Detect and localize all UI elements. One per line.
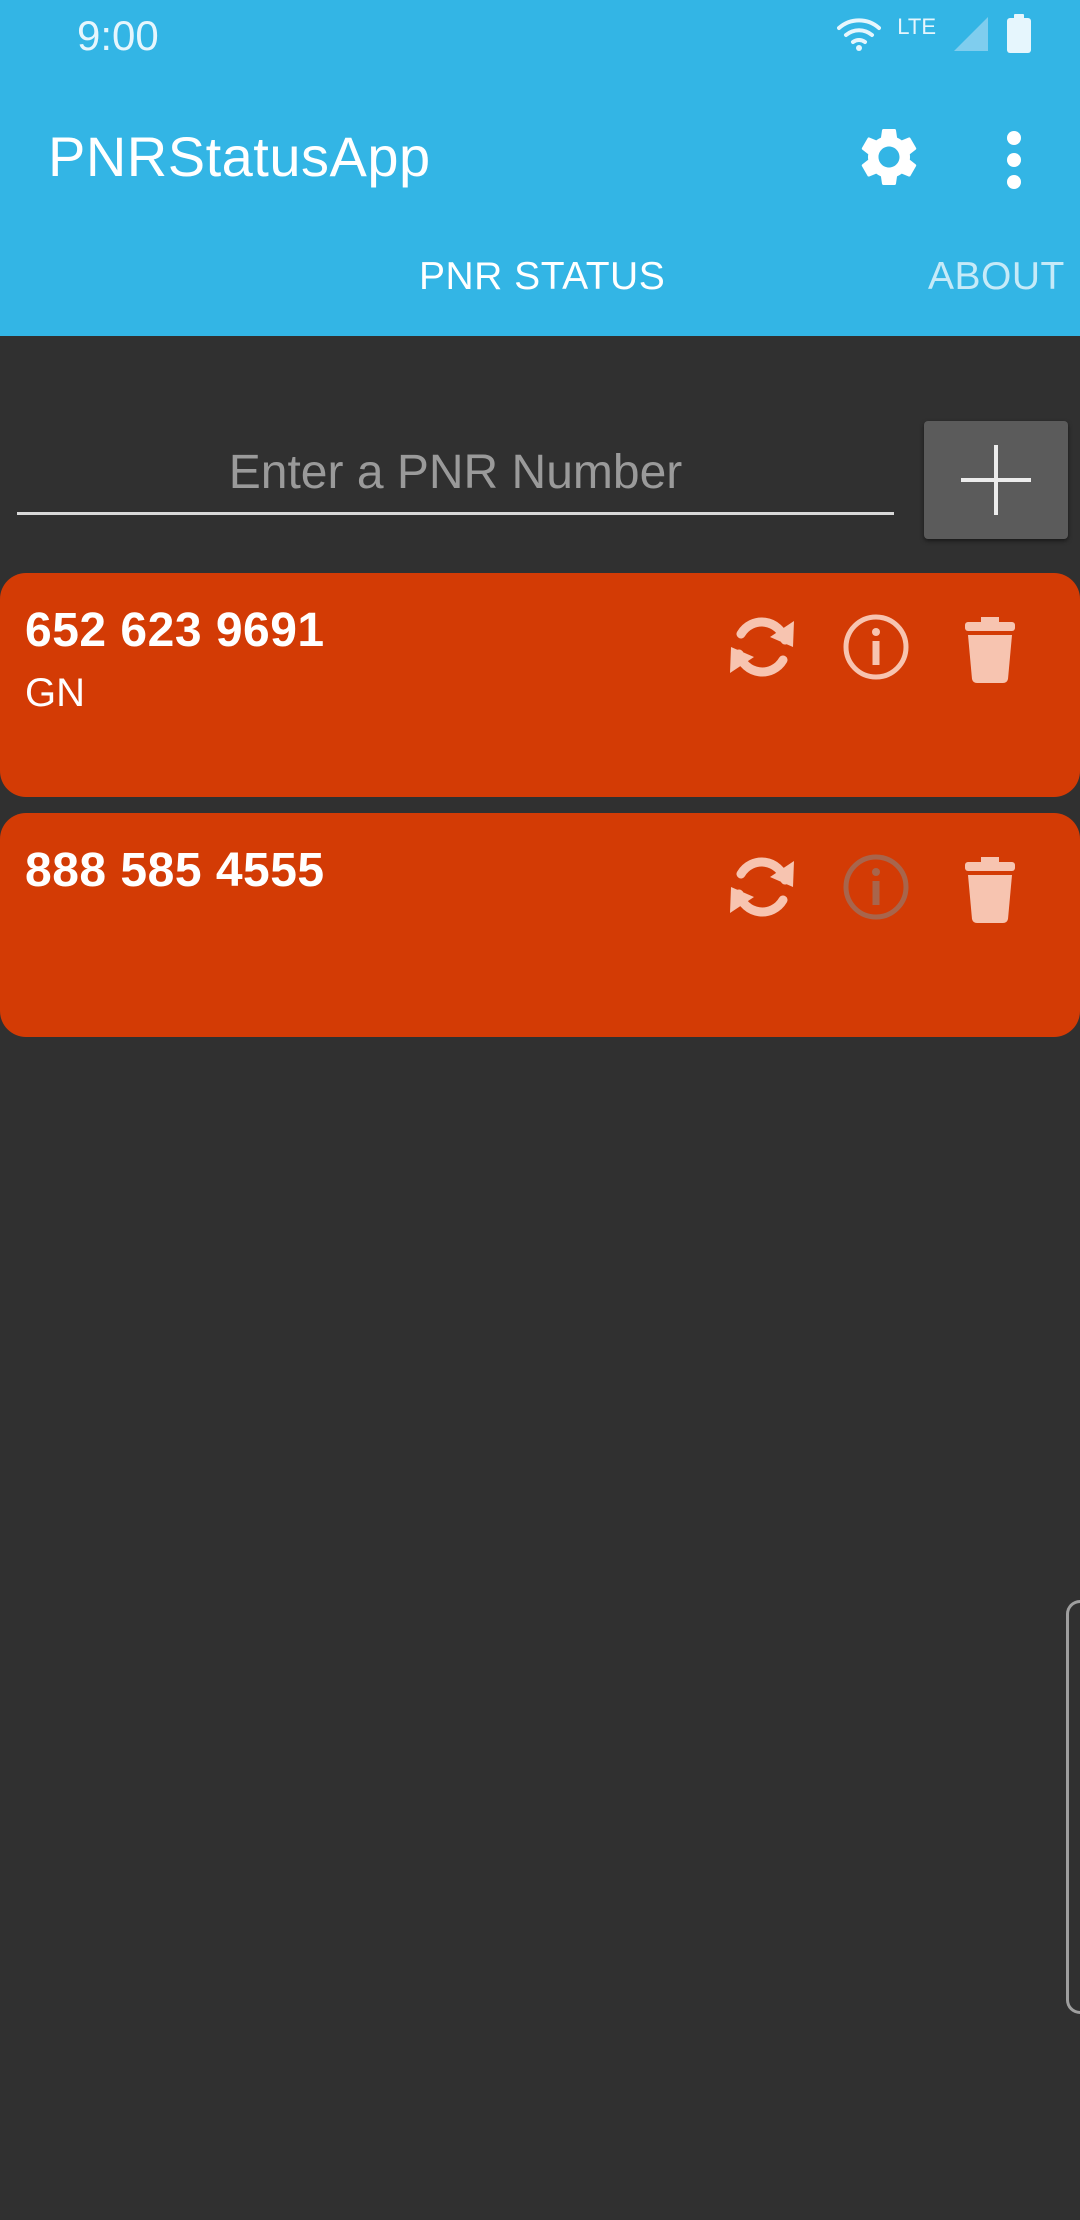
trash-icon	[965, 857, 1015, 923]
trash-icon	[965, 617, 1015, 683]
pnr-number: 652 623 9691	[25, 604, 325, 657]
settings-button[interactable]	[854, 122, 924, 192]
cell-signal-icon	[954, 17, 988, 51]
refresh-icon	[730, 857, 794, 917]
tab-bar: PNR STATUS ABOUT	[0, 255, 1080, 327]
pnr-class: GN	[25, 671, 85, 715]
gear-icon	[861, 128, 917, 185]
add-pnr-button[interactable]	[924, 421, 1068, 539]
delete-button[interactable]	[950, 847, 1030, 927]
status-bar: 9:00 LTE	[0, 0, 1080, 72]
tab-about[interactable]: ABOUT	[928, 255, 1065, 299]
app-title: PNRStatusApp	[48, 125, 431, 188]
refresh-icon	[730, 617, 794, 677]
info-button[interactable]	[836, 607, 916, 687]
more-vert-icon	[1007, 131, 1021, 189]
refresh-button[interactable]	[722, 847, 802, 927]
delete-button[interactable]	[950, 607, 1030, 687]
wifi-icon	[837, 18, 882, 51]
info-icon	[843, 854, 909, 920]
info-icon	[843, 614, 909, 680]
network-type-label: LTE	[897, 14, 936, 39]
plus-icon	[961, 445, 1031, 515]
pnr-number: 888 585 4555	[25, 844, 325, 897]
toolbar: PNRStatusApp	[0, 112, 1080, 208]
info-button-disabled	[836, 847, 916, 927]
edge-scroll-handle[interactable]	[1066, 1600, 1080, 2014]
refresh-button[interactable]	[722, 607, 802, 687]
tab-pnr-status[interactable]: PNR STATUS	[419, 255, 665, 299]
pnr-number-input[interactable]	[17, 432, 894, 515]
status-icons: LTE	[837, 14, 1032, 54]
overflow-menu-button[interactable]	[990, 128, 1038, 192]
battery-icon	[1007, 14, 1031, 53]
status-time: 9:00	[77, 12, 159, 59]
app-bar: 9:00 LTE PNRStatusApp PNR STATUS ABOUT	[0, 0, 1080, 336]
pnr-card: 888 585 4555	[0, 813, 1080, 1037]
pnr-card: 652 623 9691 GN	[0, 573, 1080, 797]
